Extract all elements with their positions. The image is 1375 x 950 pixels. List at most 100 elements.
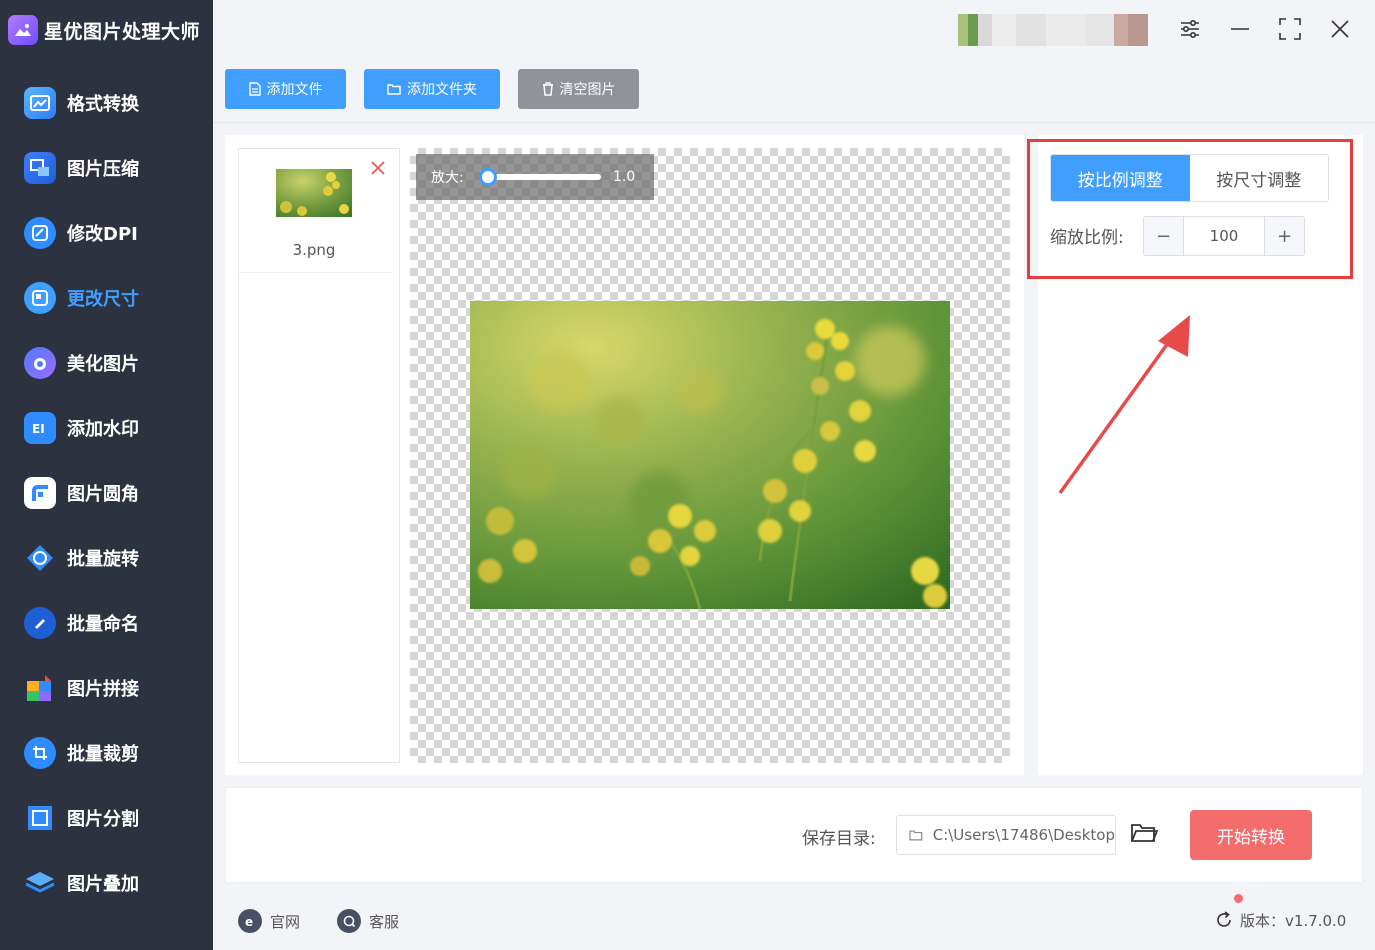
sidebar-item-label: 更改尺寸: [67, 288, 139, 310]
sidebar-item-format-convert[interactable]: 格式转换: [0, 70, 213, 135]
increment-button[interactable]: +: [1264, 217, 1304, 255]
scale-label: 缩放比例:: [1050, 228, 1124, 248]
split-icon: [24, 802, 56, 834]
zoom-value: 1.0: [613, 169, 636, 185]
sidebar-item-label: 格式转换: [67, 93, 139, 115]
zoom-control: 放大: 1.0: [416, 154, 654, 200]
add-file-button[interactable]: 添加文件: [225, 69, 346, 109]
sidebar-item-label: 图片叠加: [67, 873, 139, 895]
file-thumbnail: [276, 169, 352, 217]
user-avatar[interactable]: [958, 14, 1148, 46]
toolbar: 添加文件 添加文件夹 清空图片: [225, 69, 639, 109]
sidebar-item-label: 图片压缩: [67, 158, 139, 180]
scale-stepper: − 100 +: [1143, 216, 1305, 256]
rename-icon: [24, 606, 56, 639]
tab-resize-by-ratio[interactable]: 按比例调整: [1051, 155, 1190, 201]
minimize-icon[interactable]: [1226, 15, 1254, 43]
overlay-icon: [24, 867, 56, 899]
watermark-icon: EI: [24, 411, 56, 444]
sidebar-item-label: 批量旋转: [67, 548, 139, 570]
folder-icon: [909, 830, 923, 841]
remove-file-icon[interactable]: [369, 159, 387, 177]
main-panel: 3.png 放大: 1.0: [225, 135, 1024, 775]
website-label: 官网: [270, 912, 301, 931]
title-bar: [213, 0, 1375, 58]
format-convert-icon: [24, 86, 56, 119]
sidebar-item-watermark[interactable]: EI 添加水印: [0, 395, 213, 460]
sidebar-item-resize[interactable]: 更改尺寸: [0, 265, 213, 330]
compress-icon: [24, 151, 56, 184]
zoom-slider-handle[interactable]: [479, 168, 497, 186]
dpi-icon: [24, 216, 56, 249]
zoom-label: 放大:: [431, 170, 464, 186]
sidebar-item-label: 批量裁剪: [67, 743, 139, 765]
resize-mode-tabs: 按比例调整 按尺寸调整: [1050, 154, 1329, 202]
file-item[interactable]: 3.png: [239, 149, 391, 273]
add-folder-button[interactable]: 添加文件夹: [364, 69, 500, 109]
sidebar-item-label: 图片拼接: [67, 678, 139, 700]
decrement-button[interactable]: −: [1144, 217, 1184, 255]
image-preview: 放大: 1.0: [410, 148, 1010, 763]
svg-text:e: e: [245, 915, 253, 928]
version-info[interactable]: 版本：v1.7.0.0: [1214, 906, 1346, 934]
clear-images-button[interactable]: 清空图片: [518, 69, 639, 109]
sidebar-item-rotate[interactable]: 批量旋转: [0, 525, 213, 590]
sidebar-item-dpi[interactable]: 修改DPI: [0, 200, 213, 265]
app-logo-icon: [8, 15, 38, 45]
scale-input[interactable]: 100: [1184, 217, 1264, 255]
sidebar-item-label: 图片圆角: [67, 483, 139, 505]
brand: 星优图片处理大师: [8, 12, 200, 48]
save-dir-label: 保存目录:: [802, 829, 876, 849]
sidebar-item-overlay[interactable]: 图片叠加: [0, 850, 213, 915]
crop-icon: [24, 736, 56, 769]
file-list: 3.png: [238, 148, 400, 763]
folder-icon: [387, 84, 401, 95]
maximize-icon[interactable]: [1276, 15, 1304, 43]
save-path-input[interactable]: C:\Users\17486\Desktop: [896, 815, 1116, 855]
open-folder-icon[interactable]: [1130, 821, 1160, 849]
save-path-value: C:\Users\17486\Desktop: [932, 826, 1115, 844]
splice-icon: [24, 672, 56, 704]
sidebar-item-crop[interactable]: 批量裁剪: [0, 720, 213, 785]
ie-icon: e: [238, 909, 262, 933]
sidebar-item-label: 添加水印: [67, 418, 139, 440]
website-link[interactable]: e 官网: [238, 908, 300, 934]
sidebar-item-split[interactable]: 图片分割: [0, 785, 213, 850]
sliders-icon[interactable]: [1176, 15, 1204, 43]
file-name: 3.png: [292, 241, 336, 259]
round-corner-icon: [24, 476, 56, 509]
svg-text:EI: EI: [32, 422, 45, 436]
tab-resize-by-size[interactable]: 按尺寸调整: [1189, 155, 1328, 201]
sidebar-item-label: 美化图片: [67, 353, 139, 375]
sidebar-item-label: 图片分割: [67, 808, 139, 830]
sidebar-item-beautify[interactable]: 美化图片: [0, 330, 213, 395]
sidebar-item-compress[interactable]: 图片压缩: [0, 135, 213, 200]
beautify-icon: [24, 346, 56, 379]
clear-images-label: 清空图片: [559, 82, 616, 98]
zoom-slider[interactable]: [479, 168, 601, 186]
update-badge: [1234, 894, 1243, 903]
toolbar-divider: [213, 122, 1375, 123]
close-icon[interactable]: [1326, 15, 1354, 43]
sidebar-item-rename[interactable]: 批量命名: [0, 590, 213, 655]
sidebar-item-round-corner[interactable]: 图片圆角: [0, 460, 213, 525]
refresh-icon: [1217, 911, 1231, 927]
rotate-icon: [24, 542, 56, 574]
add-folder-label: 添加文件夹: [407, 82, 477, 98]
support-label: 客服: [369, 912, 400, 931]
sidebar-nav: 格式转换 图片压缩 修改DPI 更改尺寸 美化图片 EI 添加水印 图片圆角 批…: [0, 70, 213, 915]
sidebar-item-label: 修改DPI: [67, 223, 138, 245]
support-link[interactable]: 客服: [337, 908, 399, 934]
trash-icon: [542, 82, 553, 96]
app-title: 星优图片处理大师: [44, 20, 201, 43]
sidebar: 星优图片处理大师 格式转换 图片压缩 修改DPI 更改尺寸 美化图片 EI 添加…: [0, 0, 213, 950]
sidebar-item-splice[interactable]: 图片拼接: [0, 655, 213, 720]
start-convert-button[interactable]: 开始转换: [1190, 810, 1312, 860]
version-label: 版本：v1.7.0.0: [1240, 911, 1347, 930]
annotation-arrow: [1058, 315, 1190, 495]
add-file-label: 添加文件: [266, 82, 323, 98]
chat-icon: [337, 909, 361, 933]
file-icon: [248, 82, 261, 96]
preview-image: [470, 301, 950, 609]
sidebar-item-label: 批量命名: [67, 613, 139, 635]
